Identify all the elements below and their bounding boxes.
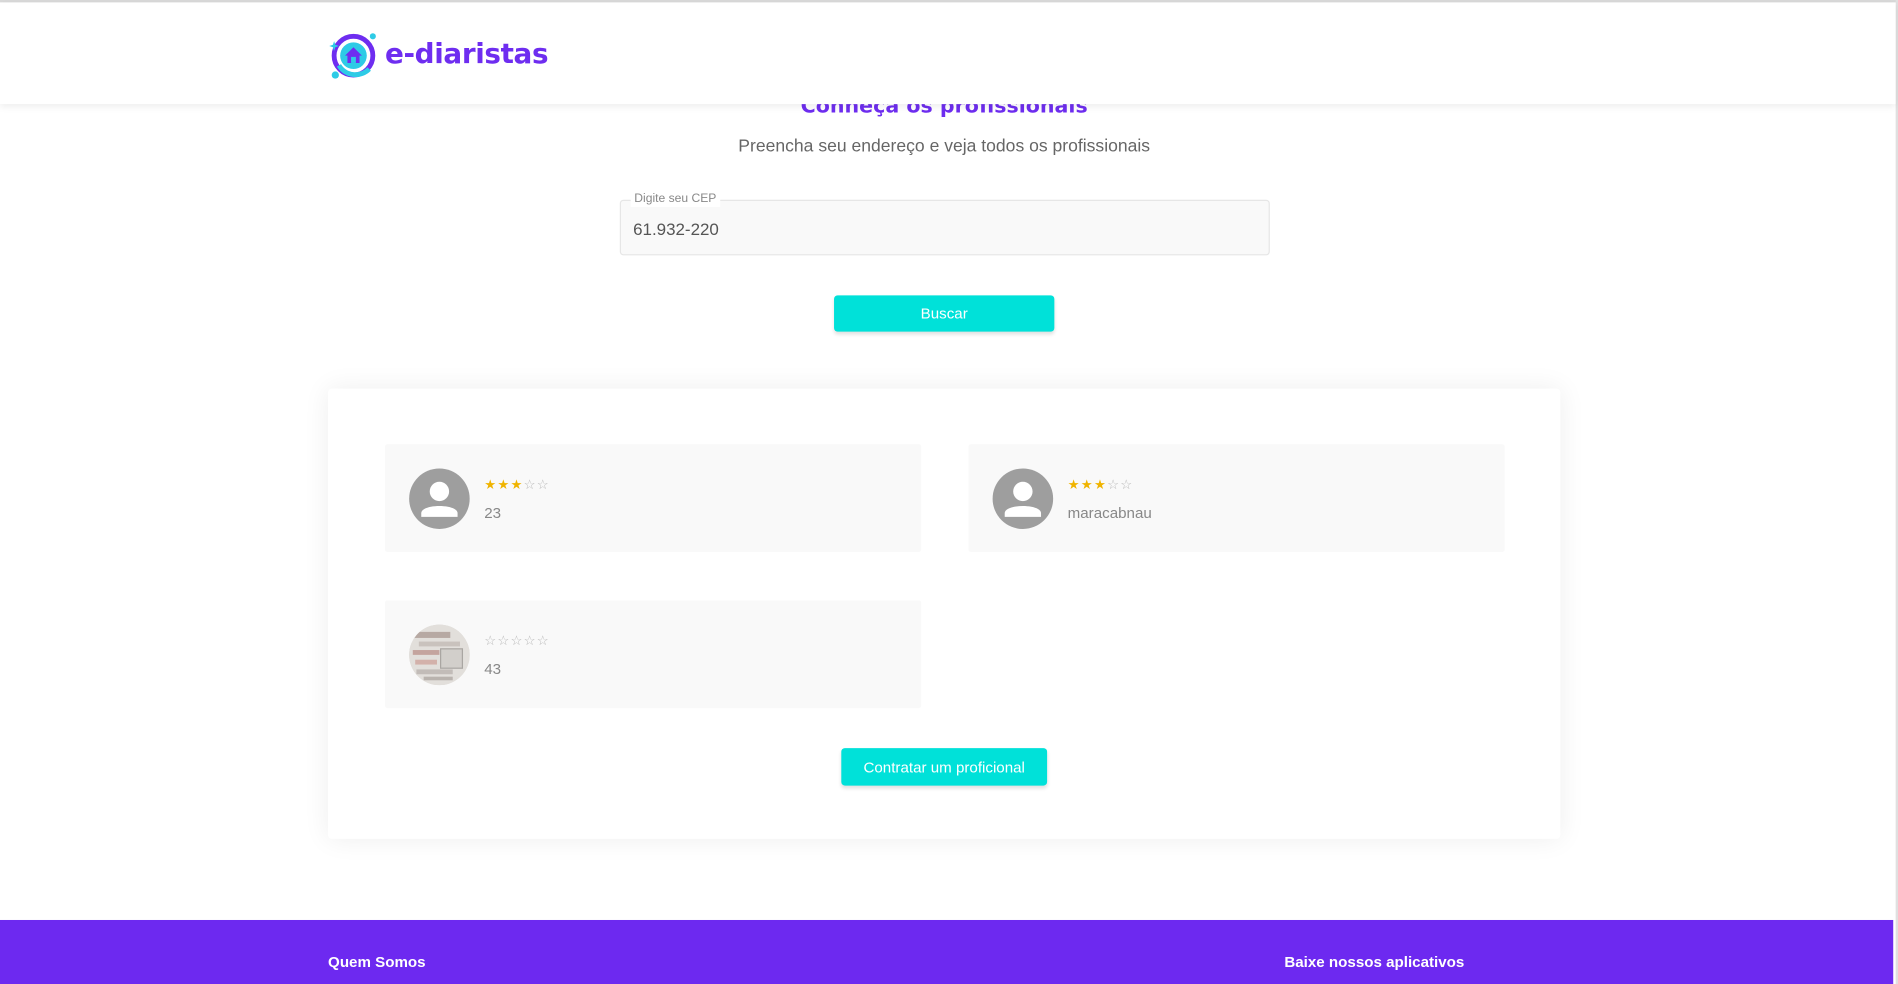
user-avatar-icon — [409, 468, 470, 529]
professional-card[interactable]: ★★★☆☆ 23 — [384, 444, 922, 552]
logo[interactable]: e-diaristas — [328, 29, 549, 80]
cep-label: Digite seu CEP — [630, 192, 721, 207]
footer-apps-heading: Baixe nossos aplicativos — [1284, 953, 1465, 971]
house-logo-icon — [328, 29, 376, 80]
logo-text: e-diaristas — [384, 38, 549, 71]
user-avatar-icon — [992, 468, 1054, 529]
professional-photo — [409, 624, 470, 686]
rating-stars: ☆☆☆☆☆ — [484, 634, 550, 649]
professional-card[interactable]: ☆☆☆☆☆ 43 — [384, 600, 922, 709]
cep-input[interactable] — [633, 216, 1239, 241]
footer-about-heading: Quem Somos — [328, 953, 426, 971]
professional-card[interactable]: ★★★☆☆ maracabnau — [968, 444, 1505, 552]
page-subtitle: Preencha seu endereço e veja todos os pr… — [738, 136, 1151, 157]
site-header: e-diaristas — [0, 2, 1896, 105]
professional-name: maracabnau — [1067, 504, 1152, 522]
rating-stars: ★★★☆☆ — [484, 478, 550, 493]
rating-stars: ★★★☆☆ — [1067, 478, 1134, 493]
search-button[interactable]: Buscar — [834, 295, 1055, 332]
cep-field[interactable]: Digite seu CEP — [619, 192, 1270, 256]
hire-professional-button[interactable]: Contratar um proficional — [841, 748, 1048, 786]
site-footer: Quem Somos Baixe nossos aplicativos — [0, 919, 1894, 984]
professional-name: 43 — [484, 660, 502, 678]
professionals-panel: ★★★☆☆ 23 ★★★☆☆ maracabnau ☆☆☆☆☆ 43 Contr… — [328, 388, 1561, 839]
professional-name: 23 — [484, 504, 502, 522]
